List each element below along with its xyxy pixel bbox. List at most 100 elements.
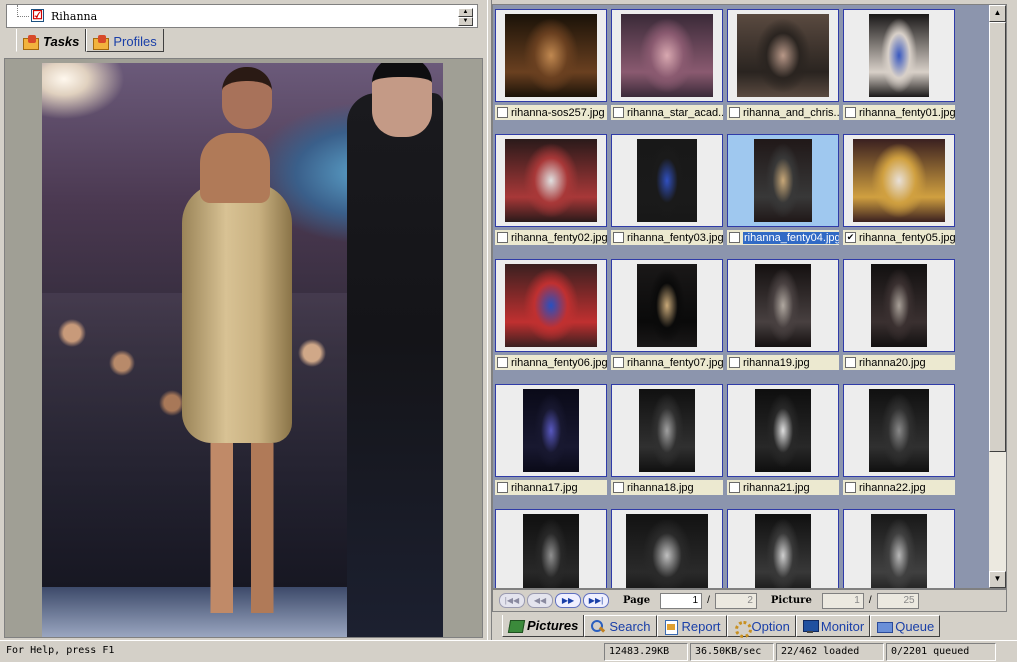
thumbnail-frame[interactable] xyxy=(495,384,607,477)
thumbnail-item[interactable]: rihanna_star_acad... xyxy=(611,9,723,129)
thumbnail-checkbox[interactable] xyxy=(613,232,624,243)
preview-image[interactable] xyxy=(42,63,443,637)
thumbnail-frame[interactable] xyxy=(611,384,723,477)
thumbnail-image[interactable] xyxy=(626,514,708,588)
tab-search[interactable]: Search xyxy=(584,615,657,637)
thumbnail-image[interactable] xyxy=(755,264,811,347)
first-page-button[interactable]: |◀◀ xyxy=(499,593,525,608)
thumbnail-image[interactable] xyxy=(505,14,597,97)
thumbnail-checkbox[interactable] xyxy=(845,482,856,493)
thumbnail-item[interactable]: rihanna20.jpg xyxy=(843,259,955,379)
thumbnail-frame[interactable] xyxy=(727,384,839,477)
tab-pictures[interactable]: Pictures xyxy=(502,615,585,637)
thumbnail-item[interactable]: rihanna18.jpg xyxy=(611,384,723,504)
thumbnail-item[interactable]: rihanna17.jpg xyxy=(495,384,607,504)
thumbnail-checkbox[interactable] xyxy=(497,107,508,118)
thumbnail-item[interactable] xyxy=(843,509,955,588)
thumbnail-frame[interactable] xyxy=(727,509,839,588)
prev-page-button[interactable]: ◀◀ xyxy=(527,593,553,608)
tab-monitor[interactable]: Monitor xyxy=(795,615,871,637)
tab-option[interactable]: Option xyxy=(726,615,796,638)
thumbnail-checkbox[interactable] xyxy=(613,357,624,368)
thumbnail-checkbox[interactable] xyxy=(729,357,740,368)
thumbnail-frame[interactable] xyxy=(843,259,955,352)
thumbnail-frame[interactable] xyxy=(495,9,607,102)
thumbnail-item[interactable]: rihanna19.jpg xyxy=(727,259,839,379)
thumbnail-checkbox[interactable] xyxy=(845,357,856,368)
thumbnail-item[interactable] xyxy=(727,509,839,588)
thumbnail-item[interactable]: rihanna22.jpg xyxy=(843,384,955,504)
thumbnail-image[interactable] xyxy=(869,389,929,472)
thumbnail-item[interactable]: rihanna_fenty06.jpg xyxy=(495,259,607,379)
thumbnail-item[interactable] xyxy=(611,509,723,588)
thumbnail-image[interactable] xyxy=(523,389,579,472)
thumbnail-frame[interactable] xyxy=(727,9,839,102)
thumbnail-image[interactable] xyxy=(853,139,945,222)
thumbnail-item[interactable]: rihanna_and_chris... xyxy=(727,9,839,129)
thumbnail-item[interactable]: ✔ rihanna_fenty05.jpg xyxy=(843,134,955,254)
thumbnail-frame[interactable] xyxy=(611,259,723,352)
scroll-thumb[interactable] xyxy=(989,22,1006,452)
thumbnail-image[interactable] xyxy=(637,264,697,347)
thumbnail-item[interactable]: rihanna_fenty02.jpg xyxy=(495,134,607,254)
thumbnail-image[interactable] xyxy=(755,514,811,588)
thumbnail-frame[interactable] xyxy=(611,9,723,102)
thumbnail-image[interactable] xyxy=(637,139,697,222)
thumbnail-frame[interactable] xyxy=(843,384,955,477)
thumbnail-frame[interactable] xyxy=(843,509,955,588)
thumbnail-item[interactable]: rihanna-sos257.jpg xyxy=(495,9,607,129)
tab-profiles[interactable]: Profiles xyxy=(86,29,164,52)
thumbnail-item[interactable]: rihanna_fenty07.jpg xyxy=(611,259,723,379)
profile-name[interactable]: Rihanna xyxy=(51,10,97,23)
resize-grip-icon[interactable] xyxy=(998,643,1015,661)
gallery-scrollbar[interactable]: ▲ ▼ xyxy=(989,5,1006,588)
thumbnail-checkbox[interactable] xyxy=(497,232,508,243)
spin-down-icon[interactable]: ▼ xyxy=(458,17,473,26)
thumbnail-frame[interactable] xyxy=(727,134,839,227)
thumbnail-frame[interactable] xyxy=(495,259,607,352)
thumbnail-frame[interactable] xyxy=(495,509,607,588)
scroll-down-icon[interactable]: ▼ xyxy=(989,571,1006,588)
thumbnail-image[interactable] xyxy=(871,264,927,347)
thumbnail-checkbox[interactable]: ✔ xyxy=(845,232,856,243)
thumbnail-item[interactable]: rihanna_fenty04.jpg xyxy=(727,134,839,254)
profile-spinner[interactable]: ▲ ▼ xyxy=(458,8,473,26)
thumbnail-image[interactable] xyxy=(754,139,812,222)
thumbnail-image[interactable] xyxy=(737,14,829,97)
last-page-button[interactable]: ▶▶| xyxy=(583,593,609,608)
thumbnail-image[interactable] xyxy=(505,139,597,222)
thumbnail-image[interactable] xyxy=(871,514,927,588)
thumbnail-checkbox[interactable] xyxy=(729,107,740,118)
thumbnail-item[interactable]: rihanna_fenty01.jpg xyxy=(843,9,955,129)
thumbnail-frame[interactable] xyxy=(611,134,723,227)
thumbnail-checkbox[interactable] xyxy=(845,107,856,118)
thumbnail-frame[interactable] xyxy=(727,259,839,352)
thumbnail-image[interactable] xyxy=(523,514,579,588)
thumbnail-checkbox[interactable] xyxy=(729,232,740,243)
thumbnail-frame[interactable] xyxy=(495,134,607,227)
tab-tasks[interactable]: Tasks xyxy=(16,29,87,52)
thumbnail-image[interactable] xyxy=(869,14,929,97)
next-page-button[interactable]: ▶▶ xyxy=(555,593,581,608)
scroll-up-icon[interactable]: ▲ xyxy=(989,5,1006,22)
thumbnail-item[interactable]: rihanna21.jpg xyxy=(727,384,839,504)
thumbnail-image[interactable] xyxy=(755,389,811,472)
thumbnail-image[interactable] xyxy=(505,264,597,347)
thumbnail-checkbox[interactable] xyxy=(497,482,508,493)
thumbnail-checkbox[interactable] xyxy=(613,482,624,493)
thumbnail-image[interactable] xyxy=(621,14,713,97)
spin-up-icon[interactable]: ▲ xyxy=(458,8,473,17)
thumbnail-frame[interactable] xyxy=(611,509,723,588)
tab-queue[interactable]: Queue xyxy=(870,615,941,637)
thumbnail-checkbox[interactable] xyxy=(613,107,624,118)
thumbnail-item[interactable] xyxy=(495,509,607,588)
thumbnail-frame[interactable] xyxy=(843,134,955,227)
thumbnail-frame[interactable] xyxy=(843,9,955,102)
thumbnail-checkbox[interactable] xyxy=(497,357,508,368)
tab-report[interactable]: Report xyxy=(656,615,727,637)
thumbnail-image[interactable] xyxy=(639,389,695,472)
page-current-input[interactable]: 1 xyxy=(660,592,703,609)
thumbnail-checkbox[interactable] xyxy=(729,482,740,493)
thumbnail-item[interactable]: rihanna_fenty03.jpg xyxy=(611,134,723,254)
profile-tree[interactable]: ☑ Rihanna ▲ ▼ xyxy=(6,4,478,28)
